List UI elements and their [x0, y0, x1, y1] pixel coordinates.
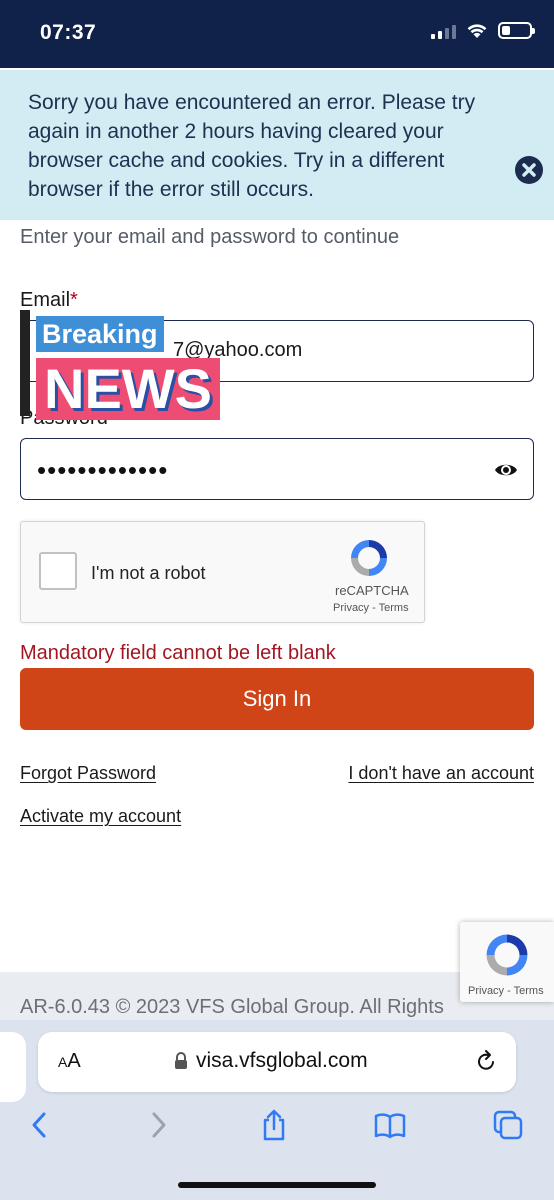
forward-icon[interactable]	[142, 1108, 174, 1142]
previous-tab-stub[interactable]	[0, 1032, 26, 1102]
reader-settings-button[interactable]: AA	[58, 1050, 81, 1073]
footer-copyright: AR-6.0.43 © 2023 VFS Global Group. All R…	[20, 996, 444, 1018]
address-bar[interactable]: AA visa.vfsglobal.com	[38, 1032, 516, 1092]
required-marker: *	[70, 289, 78, 311]
mandatory-field-error: Mandatory field cannot be left blank	[20, 642, 336, 664]
password-value: •••••••••••••	[37, 455, 169, 485]
status-time: 07:37	[40, 21, 97, 44]
breaking-news-overlay: Breaking NEWS	[20, 310, 240, 422]
eye-icon[interactable]	[493, 457, 519, 483]
password-field[interactable]: •••••••••••••	[20, 438, 534, 500]
forgot-password-link[interactable]: Forgot Password	[20, 763, 156, 784]
recaptcha-brand: reCAPTCHA	[335, 583, 409, 598]
email-label: Email*	[20, 289, 78, 311]
recaptcha-links[interactable]: Privacy - Terms	[333, 602, 409, 614]
battery-icon	[498, 22, 535, 39]
overlay-breaking-text: Breaking	[36, 316, 164, 352]
lock-icon	[175, 1052, 187, 1069]
error-message: Sorry you have encountered an error. Ple…	[28, 91, 476, 201]
error-banner: Sorry you have encountered an error. Ple…	[0, 70, 554, 220]
recaptcha-widget: I'm not a robot reCAPTCHA Privacy - Term…	[20, 521, 425, 623]
cellular-signal-icon	[431, 23, 456, 39]
recaptcha-badge[interactable]: Privacy - Terms	[460, 922, 554, 1002]
bookmarks-icon[interactable]	[374, 1108, 406, 1142]
recaptcha-checkbox[interactable]	[39, 552, 77, 590]
browser-chrome: AA visa.vfsglobal.com	[0, 1020, 554, 1200]
status-bar: 07:37	[0, 0, 554, 68]
back-icon[interactable]	[24, 1108, 56, 1142]
login-subtitle: Enter your email and password to continu…	[20, 226, 400, 248]
sign-in-button[interactable]: Sign In	[20, 668, 534, 730]
reload-icon[interactable]	[474, 1049, 498, 1073]
tabs-icon[interactable]	[492, 1108, 524, 1142]
recaptcha-label: I'm not a robot	[91, 563, 206, 583]
wifi-icon	[467, 24, 487, 38]
recaptcha-logo-icon	[351, 540, 387, 576]
home-indicator	[178, 1182, 376, 1188]
activate-account-link[interactable]: Activate my account	[20, 806, 181, 827]
recaptcha-badge-icon	[486, 934, 528, 976]
share-icon[interactable]	[258, 1108, 290, 1142]
recaptcha-badge-links: Privacy - Terms	[468, 985, 544, 997]
browser-toolbar	[0, 1108, 554, 1148]
status-icons	[431, 22, 535, 39]
overlay-news-text: NEWS	[36, 358, 220, 420]
no-account-link[interactable]: I don't have an account	[348, 763, 534, 784]
close-circle-icon[interactable]	[514, 155, 544, 185]
url-text: visa.vfsglobal.com	[196, 1049, 368, 1072]
overlay-bar	[20, 310, 30, 416]
